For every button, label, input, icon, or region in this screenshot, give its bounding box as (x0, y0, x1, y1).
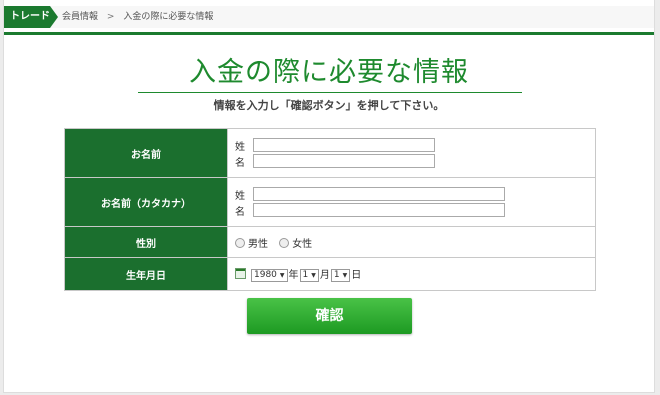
form-row-name: お名前 姓 名 (64, 128, 596, 178)
birthdate-label: 生年月日 (64, 257, 228, 291)
male-label: 男性 (248, 238, 268, 250)
gender-option-male[interactable]: 男性 (235, 237, 268, 250)
form-row-birthdate: 生年月日 1980 ▼ 年 1 ▼ 月 1 ▼ 日 (64, 257, 596, 291)
calendar-icon[interactable] (235, 268, 246, 280)
last-name-label: 姓 (235, 141, 245, 153)
form-row-kana: お名前（カタカナ） 姓 名 (64, 177, 596, 227)
chevron-down-icon: ▼ (342, 271, 348, 279)
first-name-kana-label: 名 (235, 206, 245, 218)
last-name-kana-input[interactable] (253, 187, 505, 201)
breadcrumb-item-member[interactable]: 会員情報 (62, 12, 98, 22)
gender-option-female[interactable]: 女性 (279, 237, 313, 250)
chevron-down-icon: ▼ (279, 271, 285, 279)
deposit-info-form: お名前 姓 名 お名前（カタカナ） 姓 名 性別 男性 女性 生年月日 1980… (64, 128, 596, 291)
form-row-gender: 性別 男性 女性 (64, 226, 596, 258)
page-container: トレード 会員情報 > 入金の際に必要な情報 入金の際に必要な情報 情報を入力し… (3, 0, 655, 393)
confirm-button[interactable]: 確認 (247, 298, 412, 334)
page-title: 入金の際に必要な情報 (189, 57, 469, 88)
breadcrumb: トレード 会員情報 > 入金の際に必要な情報 (4, 6, 654, 28)
first-name-input[interactable] (253, 154, 435, 168)
chevron-down-icon: ▼ (311, 271, 316, 279)
male-radio[interactable] (235, 237, 245, 248)
birth-year-select[interactable]: 1980 ▼ (251, 268, 288, 282)
breadcrumb-separator: > (106, 12, 115, 22)
birth-day-select[interactable]: 1 ▼ (330, 268, 351, 282)
first-name-kana-input[interactable] (253, 203, 505, 217)
female-label: 女性 (292, 238, 313, 250)
gender-label: 性別 (64, 226, 228, 258)
breadcrumb-item-current: 入金の際に必要な情報 (123, 12, 214, 22)
day-unit: 日 (351, 270, 362, 282)
female-radio[interactable] (279, 237, 290, 248)
month-unit: 月 (319, 270, 330, 282)
title-underline (138, 92, 522, 93)
first-name-label: 名 (235, 157, 245, 169)
birth-month-select[interactable]: 1 ▼ (299, 268, 319, 282)
page-subtitle: 情報を入力し「確認ボタン」を押して下さい。 (213, 99, 445, 112)
breadcrumb-tag[interactable]: トレード (4, 6, 58, 28)
last-name-input[interactable] (253, 138, 435, 152)
last-name-kana-label: 姓 (235, 190, 245, 202)
kana-label: お名前（カタカナ） (64, 177, 228, 227)
header-divider (4, 32, 654, 35)
year-unit: 年 (288, 270, 299, 282)
name-label: お名前 (64, 128, 228, 178)
